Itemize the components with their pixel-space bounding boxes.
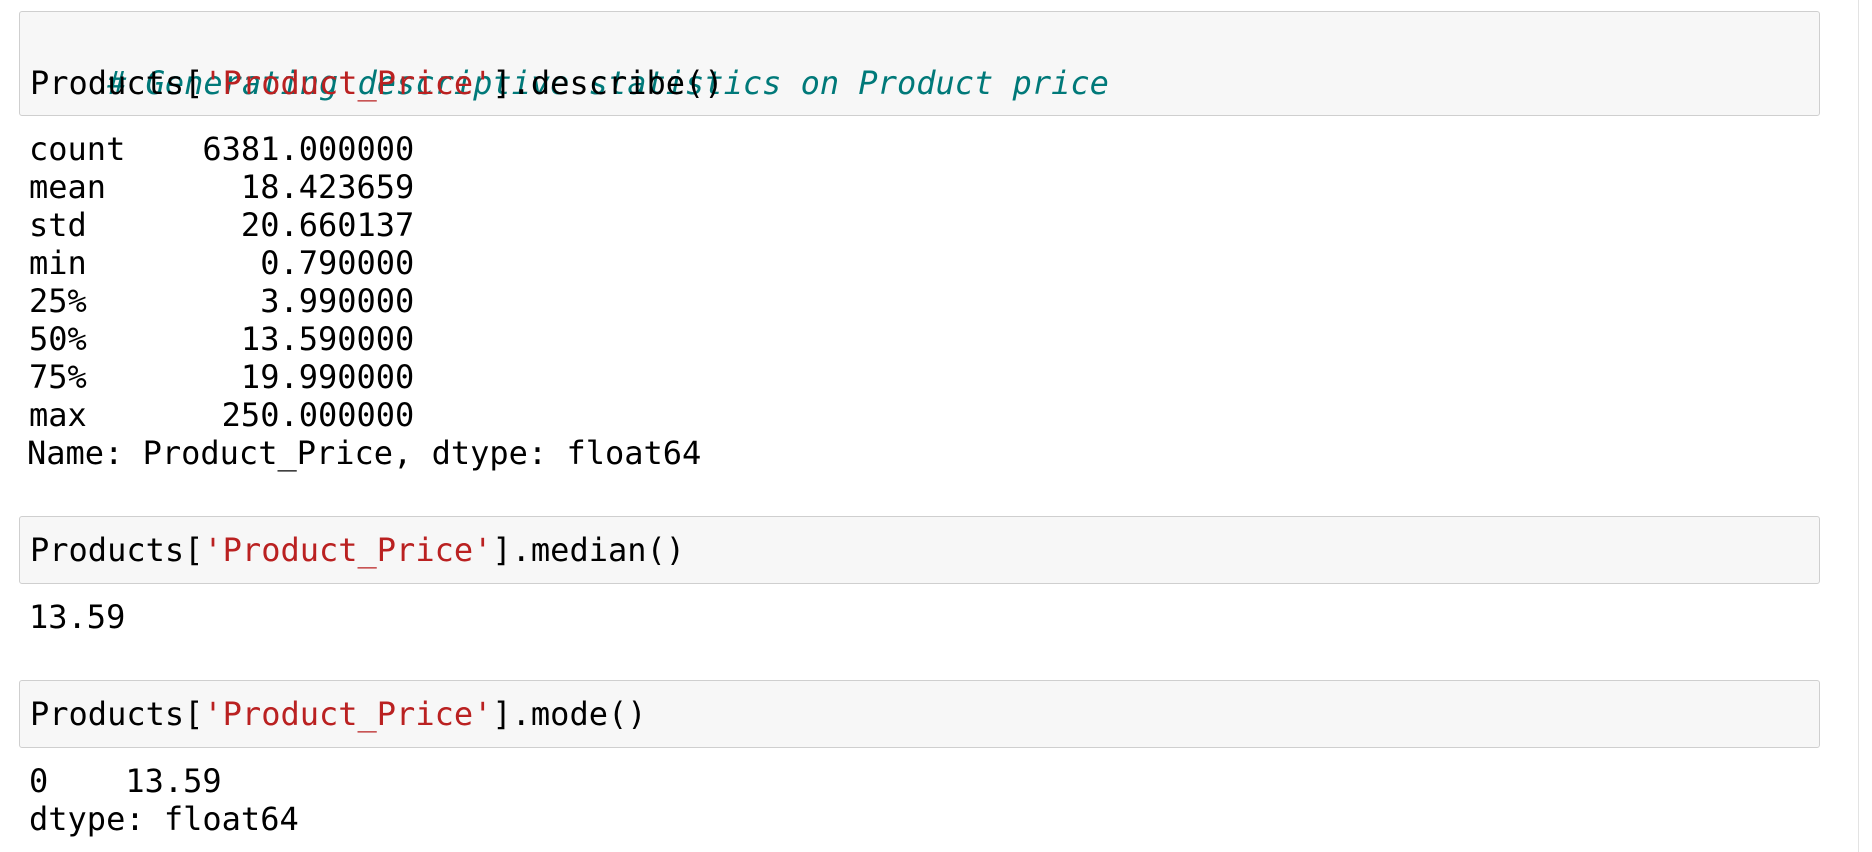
code-cell-mode[interactable]: Products['Product_Price'].mode(): [19, 680, 1820, 748]
code-line-comment: # Generating descriptive statistics on P…: [30, 26, 1819, 102]
code-text: Products[: [30, 531, 204, 569]
code-string: 'Product_Price': [203, 64, 493, 102]
code-text: Products[: [30, 64, 204, 102]
output-row: mean 18.423659: [29, 168, 415, 206]
cell-output-median: 13.59: [29, 598, 125, 636]
code-string: 'Product_Price': [203, 695, 493, 733]
code-cell-median[interactable]: Products['Product_Price'].median(): [19, 516, 1820, 584]
output-footer: dtype: float64: [29, 800, 299, 838]
code-line-mode: Products['Product_Price'].mode(): [30, 695, 1819, 733]
code-text: Products[: [30, 695, 204, 733]
code-text: ].describe(): [492, 64, 724, 102]
code-line-median: Products['Product_Price'].median(): [30, 531, 1819, 569]
output-footer: Name: Product_Price, dtype: float64: [27, 434, 702, 472]
output-row: 75% 19.990000: [29, 358, 415, 396]
cell-output-describe: count 6381.000000 mean 18.423659 std 20.…: [27, 130, 702, 472]
output-row: 25% 3.990000: [29, 282, 415, 320]
output-row: count 6381.000000: [29, 130, 415, 168]
output-row: max 250.000000: [29, 396, 415, 434]
output-row: min 0.790000: [29, 244, 415, 282]
output-row: 0 13.59: [29, 762, 222, 800]
cell-output-mode: 0 13.59 dtype: float64: [29, 762, 299, 838]
code-text: ].mode(): [492, 695, 647, 733]
output-value: 13.59: [29, 598, 126, 636]
output-row: 50% 13.590000: [29, 320, 415, 358]
scrollbar-divider: [1858, 0, 1859, 852]
output-row: std 20.660137: [29, 206, 415, 244]
code-text: ].median(): [492, 531, 686, 569]
code-cell-describe[interactable]: # Generating descriptive statistics on P…: [19, 11, 1820, 116]
code-string: 'Product_Price': [203, 531, 493, 569]
